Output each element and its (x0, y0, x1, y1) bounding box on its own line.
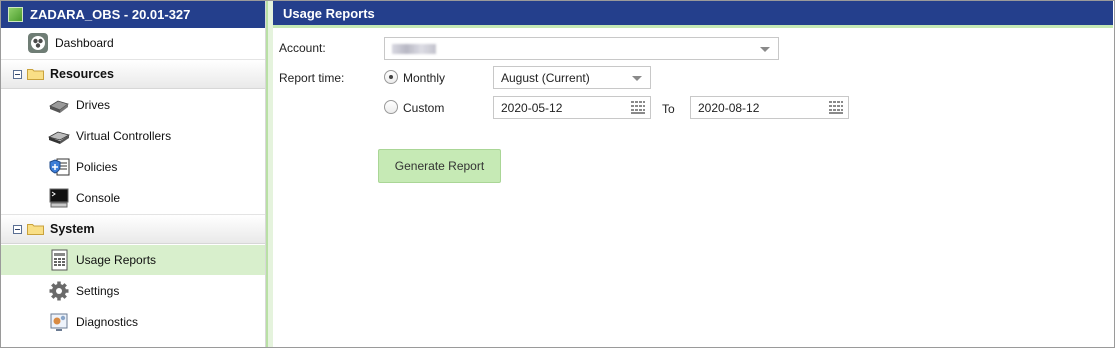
sidebar-item-label: Settings (76, 284, 120, 298)
month-select-value: August (Current) (501, 70, 590, 85)
custom-label[interactable]: Custom (403, 101, 444, 115)
app-title: ZADARA_OBS - 20.01-327 (30, 7, 191, 22)
report-time-label: Report time: (279, 71, 345, 85)
sidebar-item-label: Virtual Controllers (76, 129, 172, 143)
end-date-input[interactable]: 2020-08-12 (690, 96, 849, 119)
controller-icon (48, 131, 70, 144)
month-select[interactable]: August (Current) (493, 66, 651, 89)
policy-shield-icon (49, 158, 70, 176)
monthly-label[interactable]: Monthly (403, 71, 445, 85)
page-title: Usage Reports (283, 5, 375, 21)
to-label: To (662, 102, 675, 116)
account-select[interactable] (384, 37, 779, 60)
start-date-input[interactable]: 2020-05-12 (493, 96, 651, 119)
sidebar-item-label: Usage Reports (76, 253, 157, 267)
sidebar-group-label: Resources (50, 67, 114, 81)
chevron-down-icon (632, 76, 642, 81)
folder-icon (27, 224, 44, 235)
sidebar-item-label: Diagnostics (76, 315, 139, 329)
page-title-bar: Usage Reports (273, 1, 1113, 28)
sidebar-item-label: Policies (76, 160, 118, 174)
sidebar-item-diagnostics[interactable]: Diagnostics (1, 307, 265, 337)
gear-icon (49, 281, 69, 301)
calendar-icon[interactable] (631, 101, 645, 114)
usage-report-icon (51, 249, 68, 271)
start-date-value: 2020-05-12 (501, 100, 563, 115)
monthly-radio[interactable] (384, 70, 398, 84)
sidebar-group-resources[interactable]: Resources (1, 59, 265, 89)
custom-radio[interactable] (384, 100, 398, 114)
sidebar-item-settings[interactable]: Settings (1, 276, 265, 306)
calendar-icon[interactable] (829, 101, 843, 114)
sidebar-item-virtual-controllers[interactable]: Virtual Controllers (1, 121, 265, 151)
sidebar-group-label: System (50, 222, 95, 236)
end-date-value: 2020-08-12 (698, 100, 760, 115)
sidebar-item-dashboard[interactable]: Dashboard (1, 28, 265, 58)
sidebar-item-label: Dashboard (55, 36, 114, 50)
chevron-down-icon (760, 47, 770, 52)
sidebar-item-policies[interactable]: Policies (1, 152, 265, 182)
sidebar-group-system[interactable]: System (1, 214, 265, 244)
sidebar-item-label: Console (76, 191, 121, 205)
generate-report-button[interactable]: Generate Report (378, 149, 501, 183)
app-logo-icon (8, 7, 23, 22)
account-label: Account: (279, 41, 326, 55)
app-header: ZADARA_OBS - 20.01-327 (1, 1, 265, 28)
collapse-toggle-icon[interactable] (13, 224, 22, 234)
console-icon (49, 188, 69, 208)
drive-icon (49, 100, 69, 113)
account-value-redacted (392, 43, 436, 54)
collapse-toggle-icon[interactable] (13, 69, 22, 79)
main-panel: Usage Reports Account: Report time: Mont… (273, 1, 1113, 347)
sidebar: ZADARA_OBS - 20.01-327 Dashboard Resourc… (1, 1, 265, 347)
folder-icon (27, 69, 44, 80)
dashboard-icon (28, 33, 48, 53)
sidebar-item-drives[interactable]: Drives (1, 90, 265, 120)
sidebar-item-label: Drives (76, 98, 111, 112)
sidebar-item-usage-reports[interactable]: Usage Reports (1, 245, 265, 275)
diagnostics-icon (50, 313, 68, 331)
sidebar-item-console[interactable]: Console (1, 183, 265, 213)
